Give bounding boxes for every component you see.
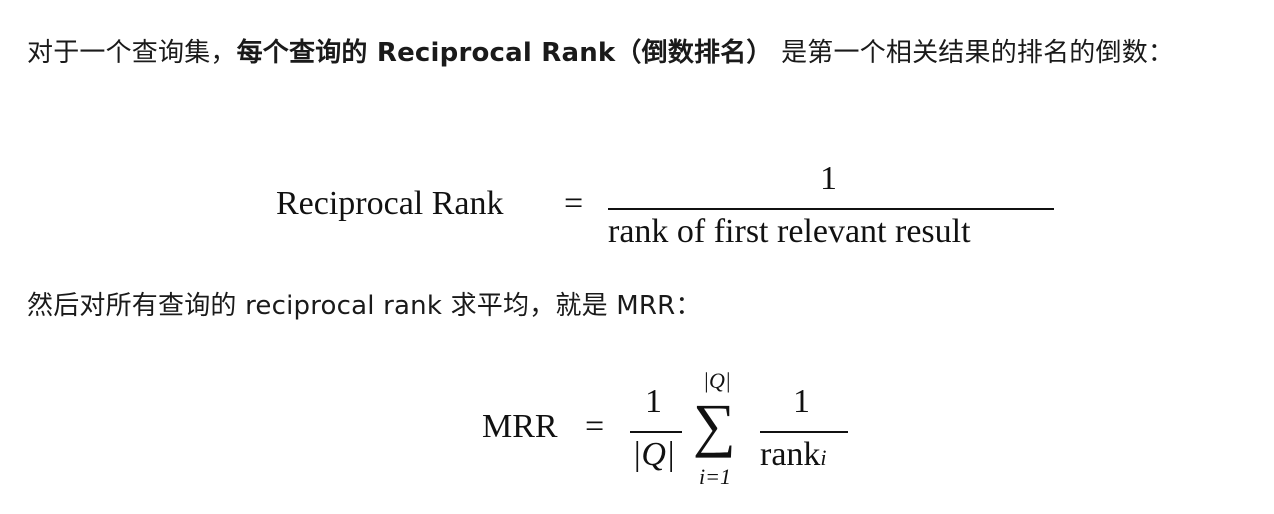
equation2-frac2-denominator-text: rank [760,436,821,473]
equation2-sum-lower: i=1 [699,464,731,489]
mrr-equation: MRR = 1 |Q| |Q| ∑ i=1 1 ranki [0,0,1274,514]
equation2-frac2-bar [760,431,848,433]
equation2-frac1-denominator: |Q| [632,436,676,473]
equation2-frac1-numerator: 1 [645,383,662,420]
equation2-frac1-bar [630,431,682,433]
equation2-sum-symbol: ∑ [693,392,736,458]
equation2-equals: = [585,408,605,445]
equation2-lhs: MRR [482,408,558,445]
equation2-frac2-numerator: 1 [793,383,810,420]
equation2-frac2-denominator: ranki [760,436,827,474]
equation2-frac2-denominator-subscript: i [820,445,827,470]
